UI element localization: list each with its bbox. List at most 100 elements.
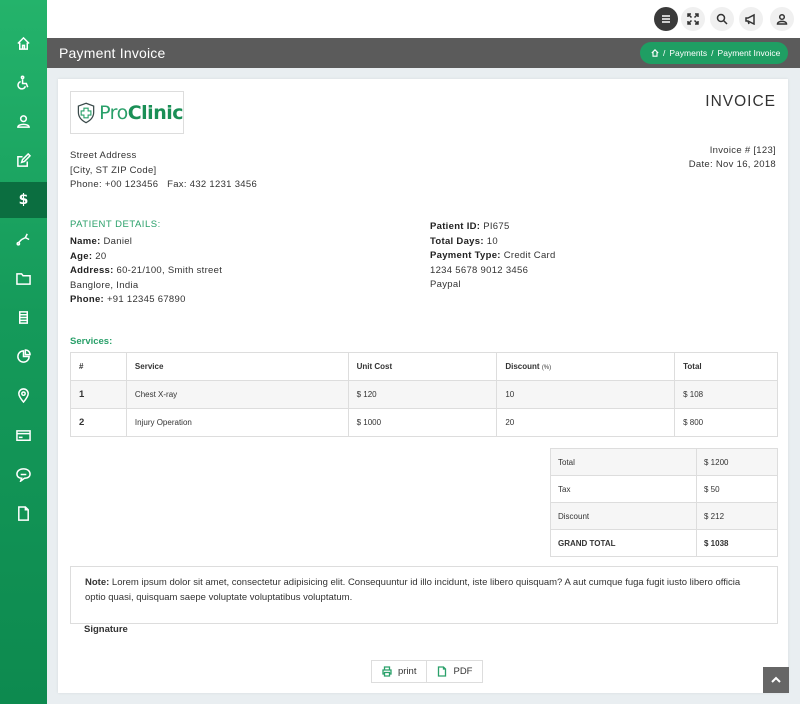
invoice-heading: INVOICE [705,93,776,110]
services-table: # Service Unit Cost Discount (%) Total 1… [70,352,778,437]
clinic-logo: ProClinic [70,91,184,134]
address-street: Street Address [70,150,137,161]
sidebar-item-location[interactable] [0,377,47,413]
sidebar-item-charts[interactable] [0,338,47,374]
col-discount-label: Discount [505,362,540,371]
sidebar-item-doctors[interactable] [0,221,47,257]
location-icon [18,387,29,403]
note-box: Note: Lorem ipsum dolor sit amet, consec… [70,566,778,624]
breadcrumb-payments[interactable]: Payments [669,48,707,58]
edit-icon [17,152,31,167]
col-discount: Discount (%) [496,352,676,381]
sidebar-item-payments[interactable]: $ [0,182,47,218]
col-total: Total [674,352,778,381]
patient-address: Address: 60-21/100, Smith street [70,264,222,279]
clinic-address: Street Address [City, ST ZIP Code] Phone… [70,149,257,193]
totals-row-tax: Tax $ 50 [550,475,778,503]
megaphone-icon [745,13,755,25]
notifications-button[interactable] [739,7,763,31]
patient-id: Patient ID: PI675 [430,220,556,235]
search-icon [716,13,728,25]
cell-num: 1 [70,380,127,409]
cell-discount: 10 [496,380,676,409]
sidebar-item-home[interactable] [0,25,47,61]
address-city: [City, ST ZIP Code] [70,164,157,176]
totals-row-grand: GRAND TOTAL $ 1038 [550,529,778,557]
export-buttons: print PDF [371,660,484,683]
user-icon [17,114,30,128]
sidebar-item-edit[interactable] [0,142,47,178]
chat-icon [16,467,31,482]
file-icon [438,666,447,677]
scroll-to-top-button[interactable] [763,667,789,693]
col-unit-cost: Unit Cost [347,352,498,381]
menu-icon [662,15,670,23]
pdf-label: PDF [453,666,473,677]
grand-total-label: GRAND TOTAL [550,529,697,557]
home-icon [17,36,30,50]
alt-payment: Paypal [430,279,461,290]
sidebar-item-files[interactable] [0,260,47,296]
breadcrumb-payment-invoice: Payment Invoice [717,48,781,58]
page-title: Payment Invoice [59,45,166,61]
cell-total: $ 800 [674,408,778,437]
patient-phone: Phone: +91 12345 67890 [70,293,222,308]
total-value: $ 1200 [696,448,778,476]
col-num: # [70,352,127,381]
totals-row-total: Total $ 1200 [550,448,778,476]
menu-button[interactable] [654,7,678,31]
invoice-meta: Invoice # [123] Date: Nov 16, 2018 [689,144,776,172]
chevron-up-icon [771,676,781,683]
search-button[interactable] [710,7,734,31]
note-label: Note: [85,577,110,588]
totals-row-discount: Discount $ 212 [550,502,778,530]
sidebar-item-list[interactable] [0,299,47,335]
sidebar-item-cards[interactable] [0,417,47,453]
print-button[interactable]: print [372,661,426,682]
folder-icon [16,272,31,285]
logo-text: ProClinic [99,102,183,124]
file-icon [18,505,29,521]
list-icon [19,310,28,324]
table-header-row: # Service Unit Cost Discount (%) Total [70,352,778,381]
services-heading: Services: [70,336,113,347]
printer-icon [382,666,392,677]
totals-table: Total $ 1200 Tax $ 50 Discount $ 212 GRA… [550,448,778,557]
discount-label: Discount [550,502,697,530]
age-value: 20 [92,250,107,262]
col-discount-unit: (%) [541,365,552,371]
patient-details: Name: Daniel Age: 20 Address: 60-21/100,… [70,235,222,308]
phone-value: +91 12345 67890 [104,294,186,305]
grand-total-value: $ 1038 [696,529,778,557]
invoice-date: Date: Nov 16, 2018 [688,159,776,170]
user-icon [776,13,788,25]
sidebar-item-users[interactable] [0,103,47,139]
age-label: Age: [70,250,93,262]
profile-button[interactable] [770,7,794,31]
cell-discount: 20 [496,408,676,437]
pdf-button[interactable]: PDF [426,661,482,682]
address-label: Address: [70,265,114,276]
address-phone: Phone: +00 123456 Fax: 432 1231 3456 [70,179,258,190]
sidebar-item-accessible[interactable] [0,64,47,100]
sidebar-item-documents[interactable] [0,495,47,531]
stethoscope-icon [16,233,30,246]
patient-id-value: PI675 [480,221,510,232]
sidebar-item-chat[interactable] [0,456,47,492]
payment-type-label: Payment Type: [430,250,501,261]
cell-service: Injury Operation [125,408,349,437]
invoice-number: Invoice # [123] [709,145,776,156]
breadcrumb-separator: / [663,48,666,58]
cell-unit-cost: $ 1000 [347,408,498,437]
total-days-value: 10 [483,235,498,247]
home-icon[interactable] [651,49,659,57]
logo-pro: Pro [99,101,128,124]
fullscreen-button[interactable] [681,7,705,31]
discount-value: $ 212 [696,502,778,530]
cell-num: 2 [70,408,127,437]
fullscreen-icon [687,13,699,25]
table-row: 1 Chest X-ray $ 120 10 $ 108 [70,380,778,409]
tax-label: Tax [550,475,697,503]
page-header: Payment Invoice / Payments / Payment Inv… [47,38,800,68]
total-days-label: Total Days: [430,235,484,247]
